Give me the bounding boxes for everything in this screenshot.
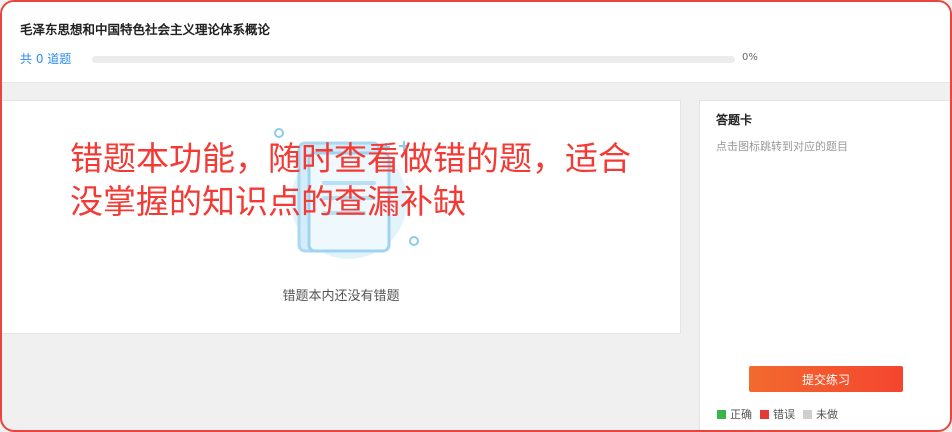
- legend-correct-label: 正确: [730, 408, 752, 421]
- promo-caption: 错题本功能，随时查看做错的题，适合 没掌握的知识点的查漏补缺: [70, 137, 710, 223]
- answer-card-title: 答题卡: [716, 113, 753, 127]
- unanswered-swatch: [803, 409, 812, 419]
- promo-caption-line-2: 没掌握的知识点的查漏补缺: [70, 182, 466, 221]
- correct-swatch: [717, 409, 726, 419]
- legend-unanswered-label: 未做: [816, 408, 838, 421]
- legend-unanswered: 未做: [803, 406, 838, 422]
- answer-card-panel: 答题卡 点击图标跳转到对应的题目 提交练习 正确 错误 未做: [699, 100, 950, 430]
- legend-wrong-label: 错误: [773, 408, 795, 421]
- legend-correct: 正确: [717, 406, 752, 422]
- empty-state-text: 错题本内还没有错题: [282, 289, 400, 304]
- app-frame: 毛泽东思想和中国特色社会主义理论体系概论 共 0 道题 0% 错题本内还没有错题…: [0, 0, 952, 432]
- wrong-swatch: [760, 409, 769, 419]
- submit-practice-button[interactable]: 提交练习: [749, 366, 903, 392]
- promo-caption-line-1: 错题本功能，随时查看做错的题，适合: [70, 139, 631, 178]
- status-legend: 正确 错误 未做: [717, 406, 846, 422]
- answer-card-hint: 点击图标跳转到对应的题目: [716, 140, 848, 153]
- practice-header: 毛泽东思想和中国特色社会主义理论体系概论 共 0 道题 0%: [2, 2, 950, 83]
- progress-percent: 0%: [742, 52, 758, 63]
- question-count: 共 0 道题: [20, 52, 72, 66]
- legend-wrong: 错误: [760, 406, 795, 422]
- progress-bar: [92, 56, 735, 63]
- course-title: 毛泽东思想和中国特色社会主义理论体系概论: [20, 22, 271, 37]
